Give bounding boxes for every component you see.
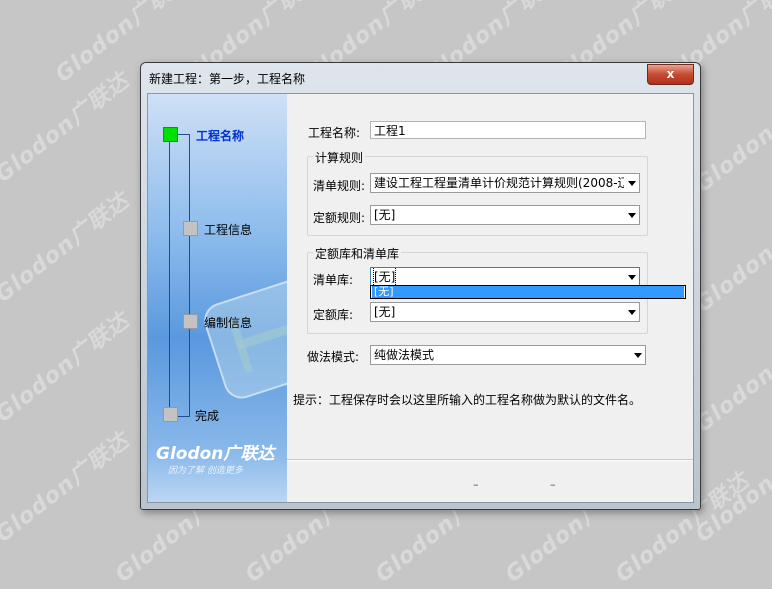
chevron-down-icon[interactable]: [628, 310, 636, 315]
bill-lib-label: 清单库:: [313, 273, 354, 287]
watermark: Glodon广联达: [0, 188, 135, 308]
method-value: 纯做法模式: [374, 348, 435, 362]
bill-lib-value: [无]: [372, 268, 397, 286]
brand-logo: Glodon广联达: [156, 444, 275, 464]
quota-lib-select[interactable]: [无]: [370, 302, 640, 322]
window-title: 新建工程：第一步，工程名称: [149, 72, 306, 86]
bill-rule-label: 清单规则:: [313, 179, 366, 193]
footer-button-a[interactable]: –: [473, 478, 479, 491]
chevron-down-icon[interactable]: [628, 213, 636, 218]
watermark: Glodon广联达: [0, 308, 135, 428]
quota-rule-label: 定额规则:: [313, 211, 366, 225]
step-label-finish[interactable]: 完成: [195, 407, 219, 424]
wizard-sidebar: 工程名称 工程信息 编制信息 完成 Glodon广联达 因为了解 创造更多: [148, 94, 287, 502]
brand-slogan: 因为了解 创造更多: [168, 466, 243, 476]
quota-lib-value: [无]: [374, 305, 396, 319]
chevron-down-icon[interactable]: [628, 275, 636, 280]
quota-lib-label: 定额库:: [313, 308, 354, 322]
close-button[interactable]: x: [647, 64, 694, 85]
footer-button-b[interactable]: –: [550, 478, 556, 491]
step-indicator-project-name: [163, 127, 178, 142]
hint-text: 提示：工程保存时会以这里所输入的工程名称做为默认的文件名。: [293, 393, 642, 407]
step-tree-line: [169, 134, 170, 417]
watermark: Glodon广联达: [0, 68, 135, 188]
calc-rules-group-title: 计算规则: [313, 149, 366, 166]
quota-rule-select[interactable]: [无]: [370, 205, 640, 225]
step-tree-line: [176, 134, 190, 135]
method-select[interactable]: 纯做法模式: [370, 345, 646, 365]
bill-lib-option[interactable]: [无]: [372, 286, 684, 298]
quota-rule-value: [无]: [374, 208, 396, 222]
chevron-down-icon[interactable]: [634, 353, 642, 358]
bill-lib-dropdown-list: [无]: [370, 285, 686, 299]
step-indicator-compile-info: [183, 314, 198, 329]
step-indicator-project-info: [183, 221, 198, 236]
method-label: 做法模式:: [307, 350, 360, 364]
chevron-down-icon[interactable]: [628, 181, 636, 186]
close-icon: x: [666, 67, 675, 81]
step-indicator-finish: [163, 407, 178, 422]
footer-separator: [287, 459, 693, 461]
step-tree-line: [189, 134, 190, 417]
bill-rule-value: 建设工程工程量清单计价规范计算规则(2008-辽: [374, 176, 624, 190]
library-group-title: 定额库和清单库: [313, 245, 402, 262]
bill-lib-select[interactable]: [无]: [370, 267, 640, 287]
step-label-compile-info[interactable]: 编制信息: [204, 314, 252, 331]
project-name-label: 工程名称:: [308, 126, 361, 140]
bill-rule-select[interactable]: 建设工程工程量清单计价规范计算规则(2008-辽: [370, 173, 640, 193]
step-label-project-info[interactable]: 工程信息: [204, 221, 252, 238]
logo-emblem-icon: [199, 273, 287, 404]
step-label-project-name[interactable]: 工程名称: [196, 127, 244, 144]
watermark: Glodon广联达: [0, 428, 135, 548]
project-name-input[interactable]: 工程1: [370, 121, 646, 139]
title-bar[interactable]: 新建工程：第一步，工程名称 x: [141, 63, 700, 91]
